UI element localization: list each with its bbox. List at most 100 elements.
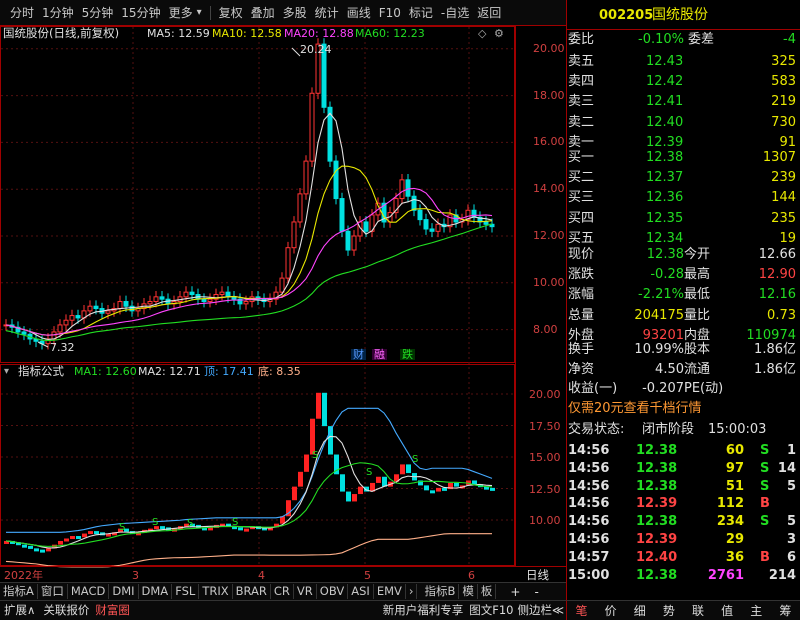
period-label[interactable]: 日线 — [526, 569, 549, 582]
tab-asi[interactable]: ASI — [348, 584, 374, 599]
zoom-out-button[interactable]: - — [534, 586, 538, 598]
bid-row: 买一 12.38 1307 — [566, 148, 800, 168]
trade-status-row: 交易状态: 闭市阶段 15:00:03 — [566, 420, 800, 440]
indicator-header: ▾ 指标公式 MA1: 12.60 MA2: 12.71 顶: 17.41 底:… — [0, 364, 515, 380]
stat2-row: 收益(一) -0.207 PE(动) — [566, 379, 800, 399]
stat-label: 涨跌 — [568, 267, 595, 283]
candle-body — [147, 301, 153, 305]
ma2-label: MA2: 12.71 — [138, 365, 201, 378]
candle-body — [435, 223, 441, 232]
tick-volume: 112 — [716, 496, 744, 512]
top-label: 顶: 17.41 — [204, 365, 254, 378]
ma60-line — [5, 223, 493, 342]
candle-body — [183, 291, 189, 298]
expand-button[interactable]: 扩展∧ — [4, 604, 35, 617]
tick-time: 14:56 — [568, 532, 610, 547]
candle-body — [75, 315, 81, 319]
tick-price: 12.38 — [636, 460, 678, 476]
candle-body — [63, 319, 69, 326]
tick-price: 12.38 — [636, 514, 678, 530]
tick-side: B — [760, 496, 770, 512]
wealth-circle-button[interactable]: 财富圈 — [95, 604, 130, 617]
ask-label: 卖四 — [568, 74, 595, 90]
candle-body — [285, 247, 291, 279]
right-tab-price[interactable]: 价 — [605, 605, 617, 617]
candle-body — [159, 296, 165, 300]
candle-body — [303, 160, 309, 195]
stat-label: 今开 — [684, 247, 711, 262]
right-tab-detail[interactable]: 细 — [634, 605, 646, 617]
kline-chart[interactable]: S S S S S S S — [0, 0, 566, 582]
right-tab-chips[interactable]: 筹 — [779, 605, 791, 617]
tab-obv[interactable]: OBV — [317, 584, 349, 599]
stat-label: PE(动) — [684, 381, 724, 396]
tab-dma[interactable]: DMA — [139, 584, 173, 599]
tab-macd[interactable]: MACD — [68, 584, 110, 599]
ask-row: 卖四 12.42 583 — [566, 72, 800, 92]
tag-finance[interactable]: 财 — [351, 349, 366, 360]
related-quote-button[interactable]: 关联报价 — [43, 604, 89, 617]
right-tab-trend[interactable]: 势 — [663, 605, 675, 617]
indicator-bar — [304, 454, 309, 472]
stat-value: -2.21% — [638, 287, 684, 303]
candle-body — [279, 277, 285, 293]
zoom-in-button[interactable]: + — [510, 586, 520, 598]
low-price-label: 7.32 — [50, 341, 75, 354]
tick-volume: 97 — [725, 460, 744, 476]
date-label: 6 — [468, 569, 475, 582]
tick-volume: 36 — [725, 549, 744, 565]
tick-price: 12.40 — [636, 549, 678, 565]
indicator-bar — [424, 485, 429, 491]
stat-label: 换手 — [568, 342, 595, 357]
tick-extra: 6 — [786, 549, 796, 565]
right-tab-value[interactable]: 值 — [721, 605, 733, 617]
ask-vol: 583 — [771, 74, 796, 90]
indicator-title[interactable]: 指标公式 — [18, 365, 64, 378]
tab-indicator-b[interactable]: 指标B — [421, 584, 460, 599]
tag-drop[interactable]: 跌 — [400, 349, 415, 360]
right-tab-link[interactable]: 联 — [692, 605, 704, 617]
promo-text: 仅需20元查看千档行情 — [568, 401, 702, 416]
dropdown-arrow-icon[interactable]: ▾ — [4, 367, 9, 377]
bid-label: 买二 — [568, 170, 595, 186]
candle-body — [123, 301, 129, 307]
sidebar-toggle-button[interactable]: 侧边栏≪ — [517, 604, 564, 617]
scroll-right-icon[interactable]: › — [406, 584, 418, 599]
right-tab-trades[interactable]: 笔 — [576, 605, 588, 617]
promo-link[interactable]: 新用户福利专享 — [383, 604, 464, 617]
tick-price: 12.38 — [636, 567, 678, 583]
ask-vol: 730 — [771, 114, 796, 130]
figure-f10-button[interactable]: 图文F10 — [469, 604, 513, 617]
ind-ma1-line — [5, 462, 493, 547]
indicator-bar — [40, 549, 45, 553]
candle-body — [363, 221, 369, 232]
tick-time: 15:00 — [568, 567, 610, 583]
tab-trix[interactable]: TRIX — [199, 584, 233, 599]
tab-emv[interactable]: EMV — [374, 584, 406, 599]
top-line — [6, 407, 493, 533]
tab-brar[interactable]: BRAR — [233, 584, 271, 599]
tab-window[interactable]: 窗口 — [38, 584, 68, 599]
stat-value: 4.50 — [655, 361, 684, 377]
tick-extra: 5 — [786, 514, 796, 530]
tab-dmi[interactable]: DMI — [109, 584, 139, 599]
stat-value: 12.38 — [646, 247, 684, 262]
indicator-bar — [436, 487, 441, 492]
tab-template-1[interactable]: 模 — [459, 584, 478, 599]
right-tab-main[interactable]: 主 — [750, 605, 762, 617]
candle-body — [297, 193, 303, 223]
tab-fsl[interactable]: FSL — [172, 584, 200, 599]
indicator-bar — [358, 486, 363, 495]
tab-cr[interactable]: CR — [271, 584, 294, 599]
stat-label: 涨幅 — [568, 287, 595, 303]
tab-vr[interactable]: VR — [294, 584, 317, 599]
tag-margin[interactable]: 融 — [372, 349, 387, 360]
ask-row: 卖二 12.40 730 — [566, 113, 800, 133]
tab-template-2[interactable]: 板 — [478, 584, 497, 599]
tab-indicator-a[interactable]: 指标A — [0, 584, 38, 599]
candle-body — [243, 301, 249, 305]
bid-vol: 1307 — [762, 150, 796, 165]
stat-label: 收益(一) — [568, 381, 618, 396]
ratio-label: 委比 — [568, 32, 595, 47]
tick-side: B — [760, 549, 770, 565]
